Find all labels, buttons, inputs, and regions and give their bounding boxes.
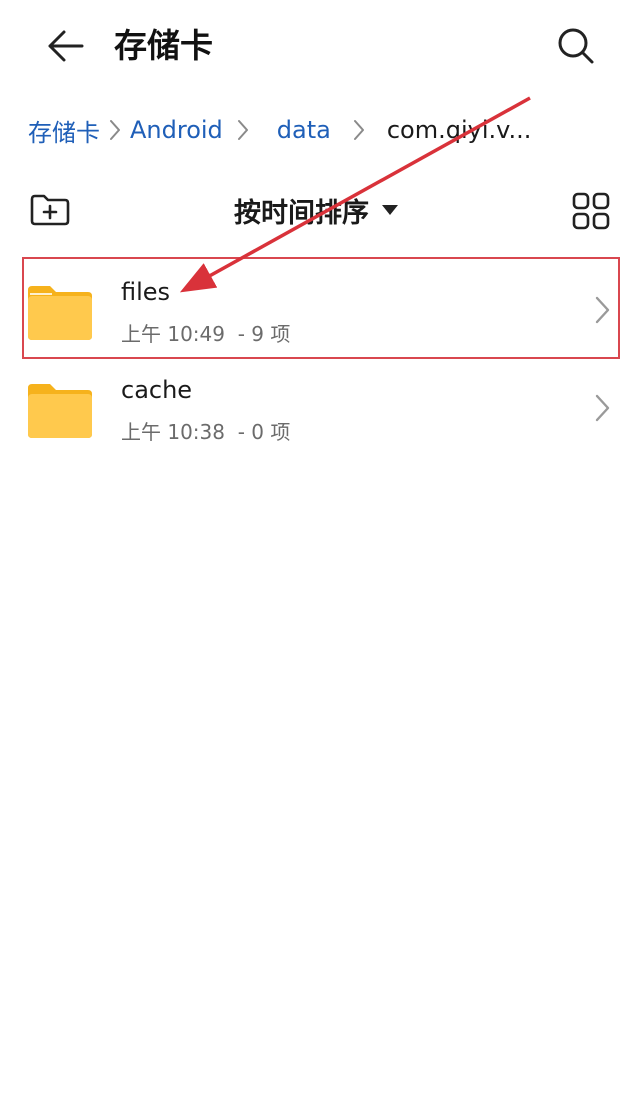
folder-count: - 9 项 [237,322,291,346]
grid-view-icon [572,192,610,230]
grid-view-button[interactable] [566,186,616,236]
annotation-arrow [179,96,531,293]
breadcrumb-item-data[interactable]: data [277,116,331,144]
sort-dropdown[interactable]: 按时间排序 [234,186,399,234]
chevron-right-icon [595,296,610,324]
new-folder-button[interactable] [24,186,76,234]
breadcrumb-item-android[interactable]: Android [130,116,223,144]
chevron-right-icon [223,108,263,152]
folder-name: files [121,278,171,306]
chevron-right-icon [100,108,130,152]
folder-count: - 0 项 [237,420,291,444]
folder-name: cache [121,376,193,404]
folder-icon [28,286,92,340]
folder-meta: 上午 10:38 - 0 项 [121,416,290,445]
folder-time: 上午 10:49 [121,322,225,346]
breadcrumb-item-storage[interactable]: 存储卡 [28,113,100,148]
search-button[interactable] [548,20,604,72]
breadcrumb: 存储卡 Android data com.qiyi.v... [28,108,628,152]
folder-meta: 上午 10:49 - 9 项 [121,318,290,347]
new-folder-icon [30,194,70,226]
chevron-right-icon [595,394,610,422]
breadcrumb-item-current: com.qiyi.v... [386,116,532,144]
page-title: 存储卡 [114,26,213,65]
back-button[interactable] [36,22,92,70]
sort-label: 按时间排序 [234,197,369,229]
list-item[interactable]: cache 上午 10:38 - 0 项 [0,358,640,456]
search-icon [558,28,594,64]
arrow-left-icon [48,30,84,62]
folder-time: 上午 10:38 [121,420,225,444]
chevron-right-icon [331,108,387,152]
list-item[interactable]: files 上午 10:49 - 9 项 [0,260,640,358]
caret-down-icon [382,205,398,215]
folder-icon [28,384,92,438]
